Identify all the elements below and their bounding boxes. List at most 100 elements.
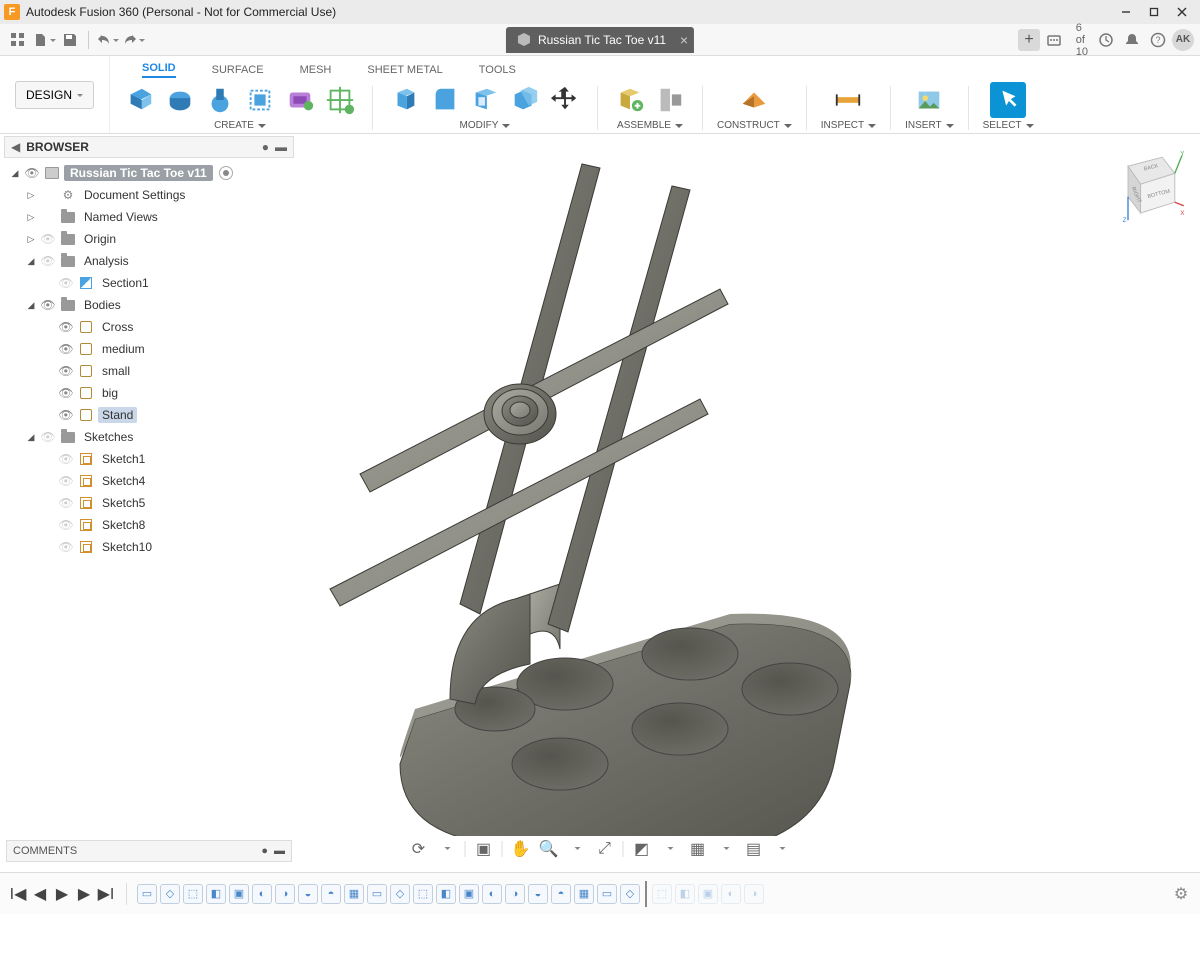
visibility-icon[interactable]: 👁 [58, 320, 74, 334]
expand-icon[interactable]: ◢ [26, 256, 36, 267]
redo-button[interactable] [121, 28, 145, 52]
visibility-icon[interactable]: 👁 [58, 342, 74, 356]
timeline-feature[interactable]: ◓ [321, 884, 341, 904]
new-design-button[interactable]: + [1018, 29, 1040, 51]
timeline-feature[interactable]: ◑ [744, 884, 764, 904]
close-tab-button[interactable]: × [680, 32, 688, 48]
tree-sketch8[interactable]: 👁Sketch8 [6, 514, 292, 536]
browser-close-button[interactable]: ▬ [275, 140, 287, 154]
tree-root[interactable]: ◢ 👁 Russian Tic Tac Toe v11 [6, 162, 292, 184]
visibility-icon[interactable]: 👁 [40, 430, 56, 444]
expand-icon[interactable]: ▷ [26, 234, 36, 245]
timeline-feature[interactable]: ⬚ [652, 884, 672, 904]
tab-solid[interactable]: SOLID [142, 62, 176, 78]
grid-menu[interactable] [713, 838, 739, 860]
timeline-feature[interactable]: ◇ [390, 884, 410, 904]
select-button[interactable] [990, 82, 1026, 118]
timeline-feature[interactable]: ⬚ [183, 884, 203, 904]
measure-button[interactable] [830, 82, 866, 118]
pan-button[interactable]: ✋ [508, 838, 534, 860]
visibility-icon[interactable]: 👁 [58, 496, 74, 510]
tab-tools[interactable]: TOOLS [479, 64, 516, 78]
timeline-feature[interactable]: ▣ [459, 884, 479, 904]
comments-options-button[interactable]: ● [261, 845, 268, 857]
tree-body-medium[interactable]: 👁medium [6, 338, 292, 360]
expand-icon[interactable]: ▷ [26, 190, 36, 201]
new-component-button[interactable] [612, 82, 648, 118]
timeline-feature[interactable]: ⬚ [413, 884, 433, 904]
tree-sketch1[interactable]: 👁Sketch1 [6, 448, 292, 470]
browser-collapse-button[interactable]: ◀ [11, 140, 20, 154]
viewcube[interactable]: RIGHT BACK BOTTOM X Y Z [1110, 150, 1182, 222]
visibility-icon[interactable]: 👁 [24, 166, 40, 180]
timeline-feature[interactable]: ▭ [137, 884, 157, 904]
timeline-feature[interactable]: ▣ [229, 884, 249, 904]
notifications-button[interactable] [1120, 28, 1144, 52]
visibility-icon[interactable]: 👁 [40, 232, 56, 246]
group-select-label[interactable]: SELECT [983, 120, 1034, 131]
extensions-button[interactable] [1042, 28, 1066, 52]
undo-button[interactable] [95, 28, 119, 52]
timeline-start-button[interactable]: I◀ [8, 884, 28, 904]
timeline-feature[interactable]: ◧ [675, 884, 695, 904]
tab-surface[interactable]: SURFACE [212, 64, 264, 78]
tree-body-stand[interactable]: 👁Stand [6, 404, 292, 426]
browser-options-button[interactable]: ● [262, 140, 269, 154]
expand-icon[interactable]: ◢ [26, 432, 36, 443]
hole-button[interactable] [322, 82, 358, 118]
tree-body-big[interactable]: 👁big [6, 382, 292, 404]
timeline-feature[interactable]: ◑ [505, 884, 525, 904]
timeline-feature[interactable]: ◒ [528, 884, 548, 904]
file-menu-button[interactable] [32, 28, 56, 52]
orbit-button[interactable]: ⟳ [406, 838, 432, 860]
combine-button[interactable] [507, 82, 543, 118]
save-button[interactable] [58, 28, 82, 52]
zoom-button[interactable]: 🔍 [536, 838, 562, 860]
timeline-feature[interactable]: ▦ [344, 884, 364, 904]
visibility-icon[interactable]: 👁 [58, 518, 74, 532]
expand-icon[interactable]: ▷ [26, 212, 36, 223]
insert-derive-button[interactable] [911, 82, 947, 118]
visibility-icon[interactable]: 👁 [58, 276, 74, 290]
grid-settings-button[interactable]: ▦ [685, 838, 711, 860]
create-form-button[interactable] [162, 82, 198, 118]
timeline-feature[interactable]: ▣ [698, 884, 718, 904]
timeline-feature[interactable]: ◐ [482, 884, 502, 904]
viewport[interactable]: ◀ BROWSER ● ▬ ◢ 👁 Russian Tic Tac Toe v1… [0, 134, 1200, 872]
group-modify-label[interactable]: MODIFY [460, 120, 511, 131]
model-canvas[interactable] [300, 144, 880, 864]
expand-icon[interactable]: ◢ [26, 300, 36, 311]
orbit-menu[interactable] [434, 838, 460, 860]
tree-sketch4[interactable]: 👁Sketch4 [6, 470, 292, 492]
tree-analysis[interactable]: ◢ 👁 Analysis [6, 250, 292, 272]
timeline-play-button[interactable]: ▶ [52, 884, 72, 904]
timeline-settings-button[interactable]: ⚙ [1170, 884, 1192, 904]
timeline-feature[interactable]: ◇ [160, 884, 180, 904]
tab-mesh[interactable]: MESH [300, 64, 332, 78]
timeline-feature[interactable]: ▭ [367, 884, 387, 904]
visibility-icon[interactable]: 👁 [58, 452, 74, 466]
maximize-button[interactable] [1140, 2, 1168, 22]
timeline-feature[interactable]: ◓ [551, 884, 571, 904]
tree-body-cross[interactable]: 👁Cross [6, 316, 292, 338]
comments-expand-button[interactable]: ▬ [274, 845, 285, 857]
construct-plane-button[interactable] [736, 82, 772, 118]
timeline-feature[interactable]: ◧ [206, 884, 226, 904]
tree-bodies[interactable]: ◢ 👁 Bodies [6, 294, 292, 316]
job-status-button[interactable]: 6 of 10 [1068, 28, 1092, 52]
tree-sketch10[interactable]: 👁Sketch10 [6, 536, 292, 558]
visibility-icon[interactable]: 👁 [58, 386, 74, 400]
tree-origin[interactable]: ▷ 👁 Origin [6, 228, 292, 250]
user-avatar[interactable]: AK [1172, 29, 1194, 51]
tree-sketch5[interactable]: 👁Sketch5 [6, 492, 292, 514]
tree-sketches[interactable]: ◢ 👁 Sketches [6, 426, 292, 448]
timeline-forward-button[interactable]: ▶ [74, 884, 94, 904]
tree-named-views[interactable]: ▷ Named Views [6, 206, 292, 228]
viewport-menu[interactable] [769, 838, 795, 860]
timeline-feature[interactable]: ◇ [620, 884, 640, 904]
extrude-button[interactable] [202, 82, 238, 118]
group-insert-label[interactable]: INSERT [905, 120, 954, 131]
timeline-feature[interactable]: ▭ [597, 884, 617, 904]
emboss-button[interactable] [282, 82, 318, 118]
timeline-end-button[interactable]: ▶I [96, 884, 116, 904]
